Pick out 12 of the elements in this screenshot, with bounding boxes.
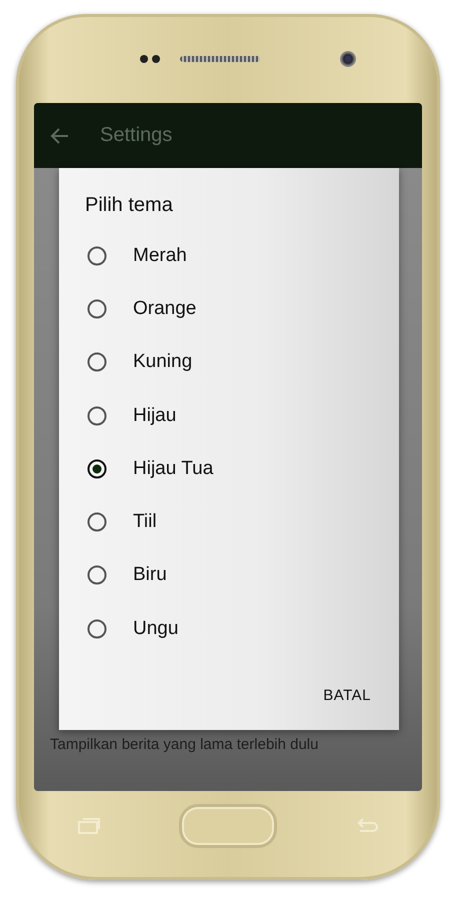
dialog-title: Pilih tema bbox=[85, 194, 174, 217]
theme-option[interactable]: Hijau bbox=[59, 388, 399, 442]
cancel-button[interactable]: BATAL bbox=[319, 683, 375, 708]
theme-option[interactable]: Hijau Tua bbox=[59, 442, 399, 496]
theme-option[interactable]: Kuning bbox=[59, 336, 399, 389]
toolbar-title: Settings bbox=[100, 124, 172, 147]
theme-option[interactable]: Biru bbox=[59, 548, 399, 602]
theme-option[interactable]: Tiil bbox=[59, 495, 399, 549]
theme-option[interactable]: Merah bbox=[59, 229, 399, 282]
setting-summary: Tampilkan berita yang lama terlebih dulu bbox=[50, 736, 318, 753]
theme-option[interactable]: Orange bbox=[59, 282, 399, 336]
theme-option[interactable]: Ungu bbox=[59, 602, 399, 656]
